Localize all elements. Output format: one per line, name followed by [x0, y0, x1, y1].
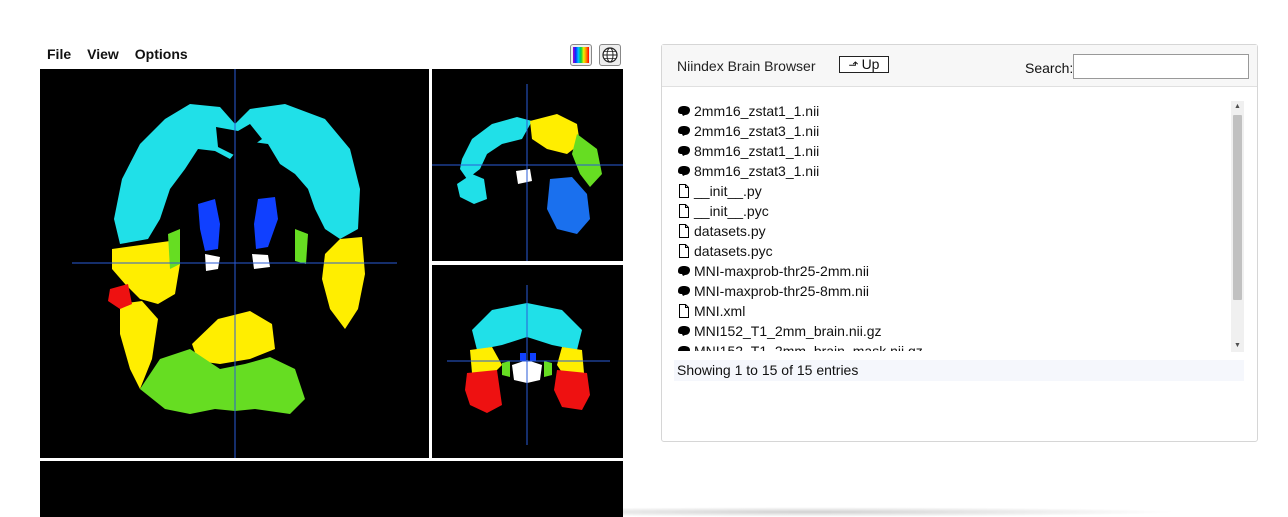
file-list-item[interactable]: 8mm16_zstat1_1.nii	[677, 141, 1245, 161]
scroll-down-icon[interactable]: ▼	[1231, 340, 1244, 352]
brain-icon	[678, 126, 690, 136]
file-name: datasets.py	[694, 223, 766, 239]
file-icon	[679, 244, 689, 258]
file-list: 2mm16_zstat1_1.nii 2mm16_zstat3_1.nii 8mm1…	[677, 101, 1245, 351]
file-name: MNI-maxprob-thr25-8mm.nii	[694, 283, 870, 299]
file-list-item[interactable]: MNI-maxprob-thr25-2mm.nii	[677, 261, 1245, 281]
file-list-item[interactable]: datasets.py	[677, 221, 1245, 241]
file-list-item[interactable]: 2mm16_zstat3_1.nii	[677, 121, 1245, 141]
menu-file[interactable]: File	[40, 44, 79, 64]
file-list-item[interactable]: __init__.py	[677, 181, 1245, 201]
colormap-button[interactable]	[570, 44, 592, 66]
menu-bar: File View Options	[40, 44, 196, 64]
up-button-label: Up	[861, 56, 880, 72]
file-name: MNI.xml	[694, 303, 746, 319]
file-list-item[interactable]: MNI-maxprob-thr25-8mm.nii	[677, 281, 1245, 301]
file-icon	[679, 224, 689, 238]
file-name: __init__.pyc	[694, 203, 769, 219]
up-button[interactable]: ⬏ Up	[839, 56, 889, 73]
sagittal-slice-image	[432, 84, 623, 261]
file-list-item[interactable]: MNI152_T1_2mm_brain_mask.nii.gz	[677, 341, 1245, 351]
file-icon	[679, 304, 689, 318]
search-input[interactable]	[1073, 54, 1249, 79]
brain-icon	[678, 106, 690, 116]
brain-icon	[678, 346, 690, 351]
brain-icon	[678, 166, 690, 176]
file-name: 8mm16_zstat1_1.nii	[694, 143, 820, 159]
brain-icon	[678, 266, 690, 276]
colormap-icon	[573, 47, 589, 63]
globe-icon	[602, 47, 618, 63]
globe-button[interactable]	[599, 44, 621, 66]
file-list-item[interactable]: MNI.xml	[677, 301, 1245, 321]
file-list-item[interactable]: 8mm16_zstat3_1.nii	[677, 161, 1245, 181]
file-list-container: 2mm16_zstat1_1.nii 2mm16_zstat3_1.nii 8mm1…	[677, 101, 1245, 351]
coronal-slice-image	[447, 285, 610, 445]
file-list-item[interactable]: MNI152_T1_2mm_brain.nii.gz	[677, 321, 1245, 341]
menu-view[interactable]: View	[79, 44, 127, 64]
file-name: datasets.pyc	[694, 243, 773, 259]
file-icon	[679, 204, 689, 218]
file-name: 2mm16_zstat1_1.nii	[694, 103, 820, 119]
file-name: 2mm16_zstat3_1.nii	[694, 123, 820, 139]
brain-browser-panel: Niindex Brain Browser ⬏ Up Search: 2mm16_…	[661, 44, 1258, 442]
menu-options[interactable]: Options	[127, 44, 196, 64]
file-list-item[interactable]: 2mm16_zstat1_1.nii	[677, 101, 1245, 121]
drop-shadow	[440, 507, 1180, 517]
axial-slice-image	[72, 69, 397, 458]
file-name: MNI-maxprob-thr25-2mm.nii	[694, 263, 870, 279]
sagittal-view[interactable]	[432, 69, 623, 261]
axial-view[interactable]	[40, 69, 429, 458]
file-list-item[interactable]: __init__.pyc	[677, 201, 1245, 221]
brain-icon	[678, 146, 690, 156]
up-arrow-icon: ⬏	[848, 58, 859, 72]
file-name: MNI152_T1_2mm_brain_mask.nii.gz	[694, 343, 923, 351]
file-icon	[679, 184, 689, 198]
search-label: Search:	[1025, 60, 1074, 76]
browser-title: Niindex Brain Browser	[677, 58, 816, 74]
brain-icon	[678, 326, 690, 336]
scroll-up-icon[interactable]: ▲	[1231, 101, 1244, 113]
scroll-thumb[interactable]	[1233, 115, 1242, 300]
browser-header: Niindex Brain Browser ⬏ Up Search:	[662, 45, 1257, 87]
file-list-scrollbar[interactable]: ▲ ▼	[1231, 101, 1244, 352]
file-list-item[interactable]: datasets.pyc	[677, 241, 1245, 261]
coronal-view[interactable]	[432, 265, 623, 458]
entries-info: Showing 1 to 15 of 15 entries	[674, 360, 1244, 381]
file-name: __init__.py	[694, 183, 762, 199]
file-name: 8mm16_zstat3_1.nii	[694, 163, 820, 179]
brain-icon	[678, 286, 690, 296]
file-name: MNI152_T1_2mm_brain.nii.gz	[694, 323, 882, 339]
